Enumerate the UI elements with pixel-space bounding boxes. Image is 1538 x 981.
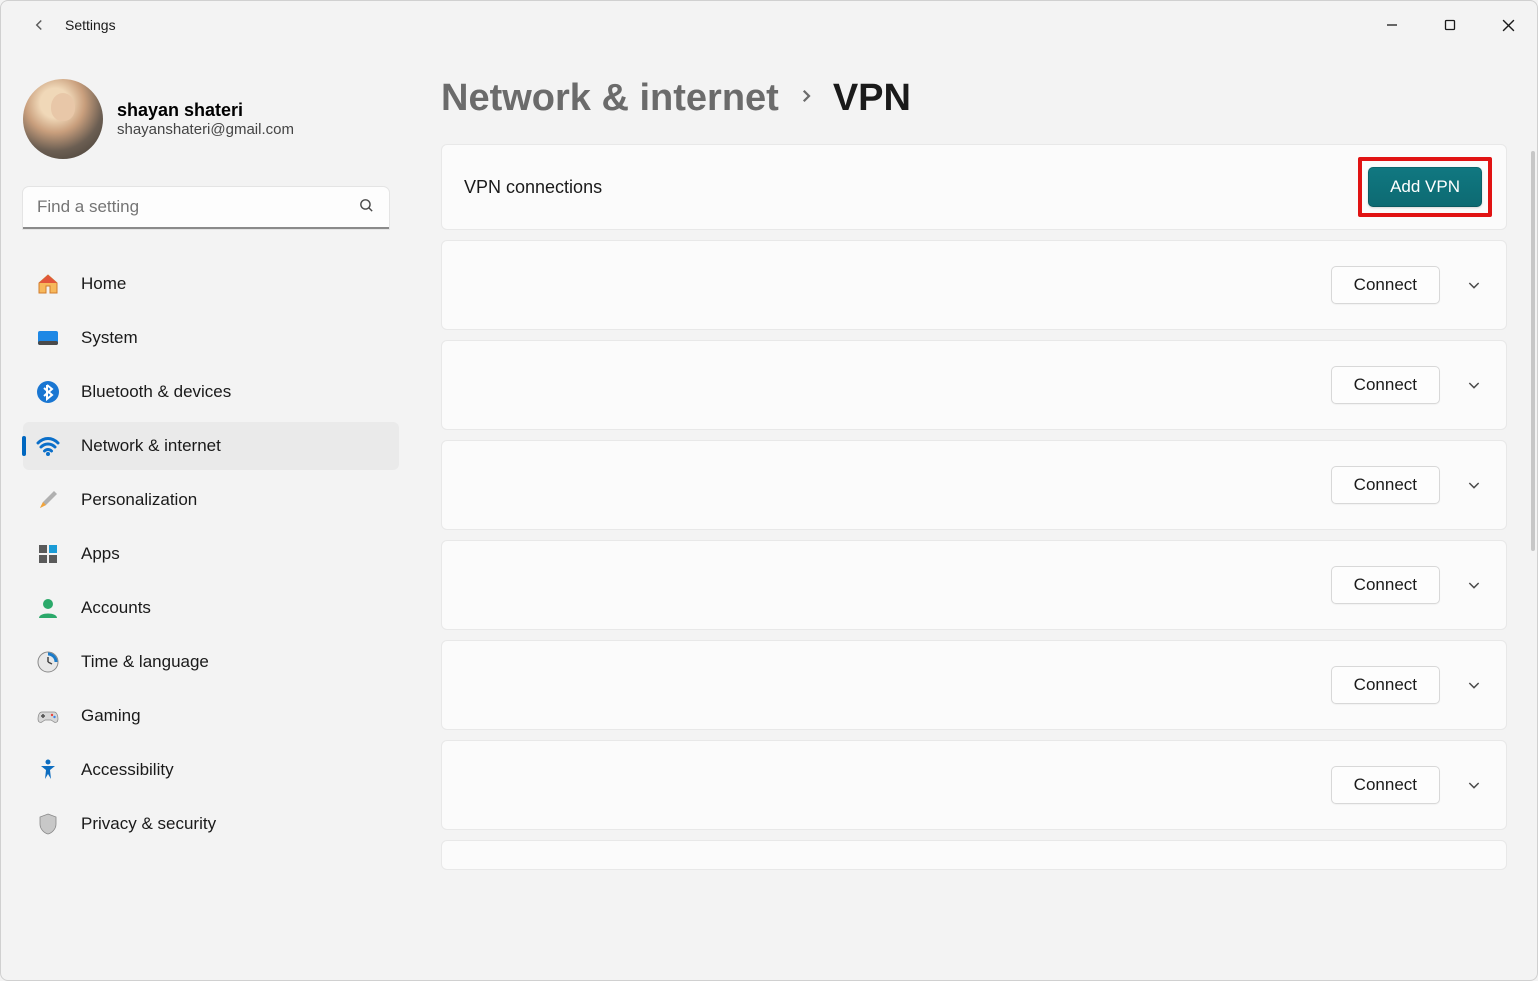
chevron-down-icon	[1466, 677, 1482, 693]
minimize-button[interactable]	[1363, 1, 1421, 49]
search-input[interactable]	[23, 187, 389, 229]
accessibility-icon	[35, 757, 61, 783]
breadcrumb: Network & internet VPN	[441, 77, 1507, 120]
expand-chevron[interactable]	[1464, 777, 1484, 793]
expand-chevron[interactable]	[1464, 377, 1484, 393]
sidebar-item-label: Time & language	[81, 652, 209, 672]
window-controls	[1363, 1, 1537, 49]
sidebar: shayan shateri shayanshateri@gmail.com H…	[1, 49, 411, 980]
connect-button[interactable]: Connect	[1331, 466, 1440, 504]
search-wrap	[23, 187, 389, 229]
vpn-row[interactable]: Connect	[441, 340, 1507, 430]
vpn-connections-title: VPN connections	[464, 177, 602, 198]
bluetooth-icon	[35, 379, 61, 405]
close-button[interactable]	[1479, 1, 1537, 49]
highlight-annotation: Add VPN	[1358, 157, 1492, 217]
expand-chevron[interactable]	[1464, 677, 1484, 693]
sidebar-item-apps[interactable]: Apps	[23, 530, 399, 578]
chevron-down-icon	[1466, 277, 1482, 293]
shield-icon	[35, 811, 61, 837]
window-body: shayan shateri shayanshateri@gmail.com H…	[1, 49, 1537, 980]
vpn-row[interactable]: Connect	[441, 640, 1507, 730]
window-title: Settings	[65, 17, 116, 33]
sidebar-item-label: Apps	[81, 544, 120, 564]
close-icon	[1502, 19, 1515, 32]
sidebar-item-system[interactable]: System	[23, 314, 399, 362]
profile-text: shayan shateri shayanshateri@gmail.com	[117, 100, 294, 138]
minimize-icon	[1386, 19, 1398, 31]
sidebar-item-label: Gaming	[81, 706, 141, 726]
maximize-icon	[1444, 19, 1456, 31]
connect-button[interactable]: Connect	[1331, 266, 1440, 304]
chevron-right-icon	[797, 87, 815, 110]
expand-chevron[interactable]	[1464, 277, 1484, 293]
sidebar-item-label: Accessibility	[81, 760, 174, 780]
sidebar-item-label: Privacy & security	[81, 814, 216, 834]
maximize-button[interactable]	[1421, 1, 1479, 49]
settings-window: Settings shayan shateri shayanshateri@gm…	[0, 0, 1538, 981]
chevron-down-icon	[1466, 477, 1482, 493]
connect-button[interactable]: Connect	[1331, 766, 1440, 804]
vpn-row[interactable]: Connect	[441, 440, 1507, 530]
vpn-row[interactable]: Connect	[441, 540, 1507, 630]
home-icon	[35, 271, 61, 297]
add-vpn-button[interactable]: Add VPN	[1368, 167, 1482, 207]
back-arrow-icon	[30, 16, 48, 34]
sidebar-item-network[interactable]: Network & internet	[23, 422, 399, 470]
sidebar-item-bluetooth[interactable]: Bluetooth & devices	[23, 368, 399, 416]
vpn-row[interactable]: Connect	[441, 740, 1507, 830]
profile-block[interactable]: shayan shateri shayanshateri@gmail.com	[23, 79, 399, 159]
sidebar-item-label: Bluetooth & devices	[81, 382, 231, 402]
main-content: Network & internet VPN VPN connections A…	[411, 49, 1537, 980]
expand-chevron[interactable]	[1464, 477, 1484, 493]
connect-button[interactable]: Connect	[1331, 366, 1440, 404]
expand-chevron[interactable]	[1464, 577, 1484, 593]
chevron-down-icon	[1466, 777, 1482, 793]
brush-icon	[35, 487, 61, 513]
clock-globe-icon	[35, 649, 61, 675]
wifi-icon	[35, 433, 61, 459]
sidebar-item-label: Network & internet	[81, 436, 221, 456]
avatar	[23, 79, 103, 159]
sidebar-nav: Home System Bluetooth & devices	[23, 257, 399, 851]
vpn-row[interactable]: Connect	[441, 240, 1507, 330]
apps-icon	[35, 541, 61, 567]
scrollbar[interactable]	[1531, 151, 1535, 551]
sidebar-item-personalization[interactable]: Personalization	[23, 476, 399, 524]
person-icon	[35, 595, 61, 621]
profile-name: shayan shateri	[117, 100, 294, 121]
sidebar-item-label: System	[81, 328, 138, 348]
chevron-down-icon	[1466, 577, 1482, 593]
sidebar-item-privacy[interactable]: Privacy & security	[23, 800, 399, 848]
sidebar-item-label: Accounts	[81, 598, 151, 618]
connect-button[interactable]: Connect	[1331, 666, 1440, 704]
breadcrumb-parent[interactable]: Network & internet	[441, 77, 779, 120]
sidebar-item-time[interactable]: Time & language	[23, 638, 399, 686]
connect-button[interactable]: Connect	[1331, 566, 1440, 604]
vpn-row[interactable]	[441, 840, 1507, 870]
breadcrumb-current: VPN	[833, 77, 911, 120]
gamepad-icon	[35, 703, 61, 729]
sidebar-item-accounts[interactable]: Accounts	[23, 584, 399, 632]
sidebar-item-home[interactable]: Home	[23, 260, 399, 308]
chevron-down-icon	[1466, 377, 1482, 393]
vpn-connections-card: VPN connections Add VPN	[441, 144, 1507, 230]
back-button[interactable]	[19, 5, 59, 45]
titlebar: Settings	[1, 1, 1537, 49]
sidebar-item-gaming[interactable]: Gaming	[23, 692, 399, 740]
system-icon	[35, 325, 61, 351]
profile-email: shayanshateri@gmail.com	[117, 121, 294, 138]
search-icon	[358, 197, 375, 219]
sidebar-item-label: Home	[81, 274, 126, 294]
sidebar-item-accessibility[interactable]: Accessibility	[23, 746, 399, 794]
sidebar-item-label: Personalization	[81, 490, 197, 510]
